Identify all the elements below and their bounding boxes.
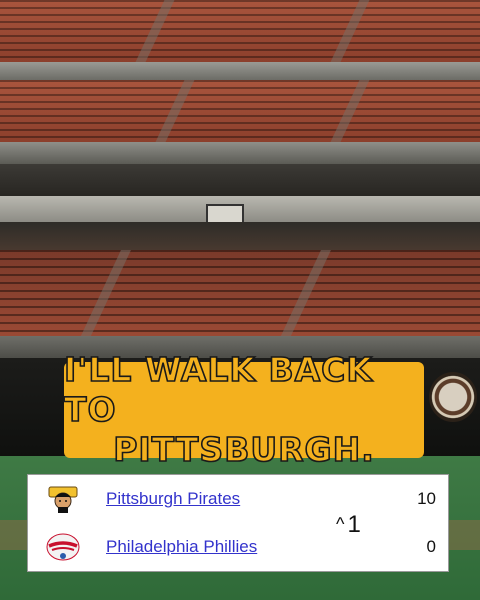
- inning-indicator: ^ 1: [336, 511, 361, 539]
- concourse: [0, 164, 480, 200]
- inning-number: 1: [347, 511, 361, 538]
- team-score: 0: [426, 537, 436, 556]
- inning-caret-icon: ^: [336, 514, 345, 534]
- team-score: 10: [417, 489, 436, 508]
- caption-line-2: Pittsburgh.: [112, 429, 375, 470]
- upper-deck-seats: [0, 0, 480, 62]
- middle-railing: [0, 142, 480, 164]
- stadium-emblem-icon: [429, 372, 477, 422]
- phillies-logo-icon: [46, 533, 80, 561]
- team-link-philadelphia-phillies[interactable]: Philadelphia Phillies: [106, 537, 257, 557]
- pirates-logo-icon: [48, 486, 78, 513]
- team-link-pittsburgh-pirates[interactable]: Pittsburgh Pirates: [106, 489, 240, 509]
- middle-deck-seats: [0, 80, 480, 142]
- upper-railing: [0, 62, 480, 80]
- caption-banner: I'll walk back to Pittsburgh.: [63, 349, 424, 470]
- team-row: Pittsburgh Pirates 10: [28, 479, 448, 519]
- deck-shadow: [0, 222, 480, 252]
- score-card: Pittsburgh Pirates 10 Philadelphia Phill…: [27, 474, 449, 572]
- caption-line-1: I'll walk back to: [63, 349, 373, 430]
- lower-deck-seats: [0, 250, 480, 340]
- team-row: Philadelphia Phillies 0: [28, 527, 448, 567]
